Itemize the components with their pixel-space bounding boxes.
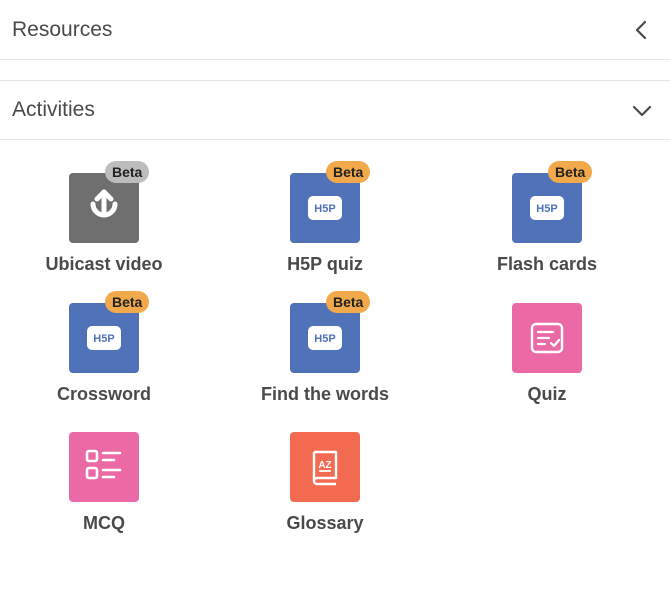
activity-icon-box: H5P xyxy=(290,303,360,373)
activity-label: Quiz xyxy=(527,384,567,404)
beta-badge: Beta xyxy=(105,161,150,183)
activity-mcq[interactable]: MCQ xyxy=(4,399,204,533)
glossary-book-icon: AZ xyxy=(312,450,338,486)
beta-badge: Beta xyxy=(548,161,593,183)
h5p-icon: H5P xyxy=(530,196,564,220)
chevron-left-icon[interactable] xyxy=(632,20,652,40)
h5p-icon: H5P xyxy=(308,196,342,220)
svg-text:H5P: H5P xyxy=(314,203,335,214)
activity-quiz[interactable]: Quiz xyxy=(447,270,647,404)
h5p-icon: H5P xyxy=(308,326,342,350)
activities-section-header[interactable]: Activities xyxy=(0,80,670,140)
activity-icon-box: H5P xyxy=(290,173,360,243)
quiz-checklist-icon xyxy=(530,322,564,354)
activity-ubicast-video[interactable]: Beta Ubicast video xyxy=(4,140,204,274)
activity-crossword[interactable]: H5P Beta Crossword xyxy=(4,270,204,404)
activity-find-the-words[interactable]: H5P Beta Find the words xyxy=(225,270,425,404)
svg-text:H5P: H5P xyxy=(93,333,114,344)
ubicast-icon xyxy=(90,189,118,218)
activity-h5p-quiz[interactable]: H5P Beta H5P quiz xyxy=(225,140,425,274)
activities-title: Activities xyxy=(12,98,95,121)
activity-icon-box: H5P xyxy=(512,173,582,243)
activity-flash-cards[interactable]: H5P Beta Flash cards xyxy=(447,140,647,274)
chevron-down-icon[interactable] xyxy=(632,101,652,121)
activity-icon-box: H5P xyxy=(69,303,139,373)
activity-icon-box xyxy=(69,432,139,502)
svg-text:H5P: H5P xyxy=(314,333,335,344)
beta-badge: Beta xyxy=(326,291,371,313)
activity-icon-box: AZ xyxy=(290,432,360,502)
beta-badge: Beta xyxy=(105,291,150,313)
mcq-list-icon xyxy=(85,449,122,480)
activity-label: MCQ xyxy=(83,513,125,533)
svg-text:AZ: AZ xyxy=(318,460,331,471)
resources-section-header[interactable]: Resources xyxy=(0,0,670,60)
activity-label: Glossary xyxy=(286,513,364,533)
svg-text:H5P: H5P xyxy=(536,203,557,214)
activity-icon-box xyxy=(69,173,139,243)
beta-badge: Beta xyxy=(326,161,371,183)
activity-icon-box xyxy=(512,303,582,373)
resources-title: Resources xyxy=(12,17,113,41)
h5p-icon: H5P xyxy=(87,326,121,350)
activity-glossary[interactable]: AZ Glossary xyxy=(225,399,425,533)
